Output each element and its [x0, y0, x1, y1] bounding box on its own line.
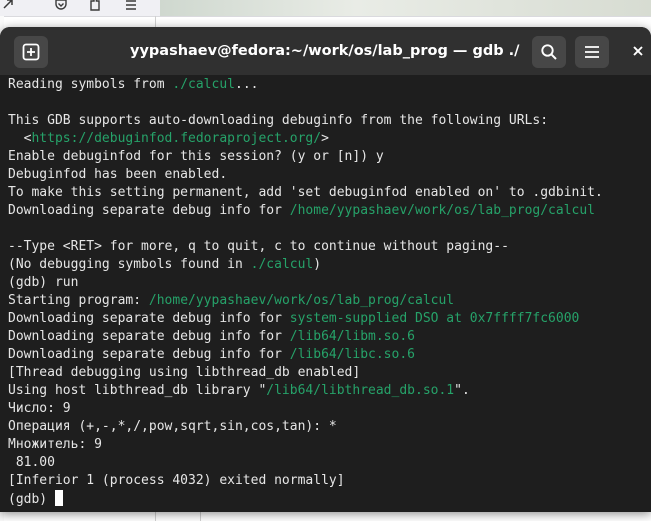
terminal-window[interactable]: yypashaev@fedora:~/work/os/lab_prog — gd… — [0, 27, 651, 512]
menu-icon[interactable] — [123, 0, 139, 14]
output-text: ) — [313, 257, 322, 272]
terminal-line: Downloading separate debug info for /hom… — [8, 202, 648, 220]
output-text: Debuginfod has been enabled. — [8, 167, 228, 182]
terminal-line: Число: 9 — [8, 400, 648, 418]
output-text: Downloading separate debug info for — [8, 329, 290, 344]
path-text: /lib64/libthread_db.so.1 — [266, 383, 455, 398]
extensions-icon[interactable] — [87, 0, 103, 14]
output-text: [Inferior 1 (process 4032) exited normal… — [8, 473, 345, 488]
new-tab-button[interactable] — [14, 36, 48, 68]
pocket-icon[interactable] — [53, 0, 69, 14]
terminal-line: Starting program: /home/yypashaev/work/o… — [8, 292, 648, 310]
output-text: > — [321, 131, 329, 146]
output-text: Downloading separate debug info for — [8, 347, 290, 362]
path-text: ./calcul — [250, 257, 314, 272]
path-text: ./calcul — [172, 77, 235, 92]
output-text: --Type <RET> for more, q to quit, c to c… — [8, 239, 509, 254]
terminal-line: Debuginfod has been enabled. — [8, 166, 648, 184]
terminal-line: This GDB supports auto-downloading debug… — [8, 112, 648, 130]
terminal-line: <https://debuginfod.fedoraproject.org/> — [8, 130, 648, 148]
terminal-line: Множитель: 9 — [8, 436, 648, 454]
output-text: (No debugging symbols found in — [8, 257, 251, 272]
window-title: yypashaev@fedora:~/work/os/lab_prog — gd… — [130, 43, 520, 59]
output-text: ... — [235, 77, 259, 92]
terminal-line: Downloading separate debug info for syst… — [8, 310, 648, 328]
path-text: /lib64/libc.so.6 — [289, 347, 415, 362]
terminal-cursor — [54, 490, 63, 506]
output-text: Enable debuginfod for this session? (y o… — [8, 149, 384, 164]
output-text: 81.00 — [8, 455, 55, 470]
output-text: Starting program: — [8, 293, 149, 308]
desktop: yypashaev@fedora:~/work/os/lab_prog — gd… — [0, 0, 651, 521]
output-text: Using host libthread_db library " — [8, 383, 267, 398]
background-browser-toolbar — [0, 0, 651, 17]
output-text: (gdb) run — [8, 275, 79, 290]
output-text: This GDB supports auto-downloading debug… — [8, 113, 549, 128]
output-text: Downloading separate debug info for — [8, 311, 290, 326]
output-text: ". — [454, 383, 470, 398]
terminal-lines: Reading symbols from ./calcul... This GDB… — [8, 76, 648, 508]
terminal-line: Downloading separate debug info for /lib… — [8, 328, 648, 346]
hamburger-menu-icon — [583, 43, 601, 61]
terminal-line: Using host libthread_db library "/lib64/… — [8, 382, 648, 400]
close-button[interactable] — [626, 40, 650, 64]
terminal-titlebar[interactable]: yypashaev@fedora:~/work/os/lab_prog — gd… — [0, 27, 651, 76]
output-text: To make this setting permanent, add 'set… — [8, 185, 603, 200]
output-text: Множитель: 9 — [8, 437, 102, 452]
output-text: < — [8, 131, 32, 146]
output-text: (gdb) — [8, 492, 55, 507]
terminal-line: [Thread debugging using libthread_db ena… — [8, 364, 648, 382]
terminal-line: (gdb) — [8, 490, 648, 508]
terminal-line: Операция (+,-,*,/,pow,sqrt,sin,cos,tan):… — [8, 418, 648, 436]
arrow-icon[interactable] — [0, 0, 16, 14]
output-text: Число: 9 — [8, 401, 71, 416]
output-text: Reading symbols from — [8, 77, 173, 92]
terminal-line: 81.00 — [8, 454, 648, 472]
output-text: [Thread debugging using libthread_db ena… — [8, 365, 361, 380]
terminal-line: (No debugging symbols found in ./calcul) — [8, 256, 648, 274]
background-browser-content — [160, 0, 651, 16]
path-text: https://debuginfod.fedoraproject.org/ — [31, 131, 322, 146]
terminal-line: To make this setting permanent, add 'set… — [8, 184, 648, 202]
search-button[interactable] — [532, 36, 566, 68]
path-text: system-supplied DSO at 0x7ffff7fc6000 — [289, 311, 580, 326]
terminal-line: [Inferior 1 (process 4032) exited normal… — [8, 472, 648, 490]
path-text: /home/yypashaev/work/os/lab_prog/calcul — [148, 293, 455, 308]
terminal-line: Downloading separate debug info for /lib… — [8, 346, 648, 364]
close-icon — [631, 43, 645, 62]
output-text: Downloading separate debug info for — [8, 203, 290, 218]
output-text: Операция (+,-,*,/,pow,sqrt,sin,cos,tan):… — [8, 419, 337, 434]
search-icon — [540, 43, 558, 61]
menu-button[interactable] — [575, 36, 609, 68]
path-text: /home/yypashaev/work/os/lab_prog/calcul — [289, 203, 596, 218]
path-text: /lib64/libm.so.6 — [289, 329, 415, 344]
terminal-output[interactable]: Reading symbols from ./calcul... This GDB… — [0, 75, 651, 512]
plus-square-icon — [22, 43, 40, 61]
terminal-line: Enable debuginfod for this session? (y o… — [8, 148, 648, 166]
terminal-line: Reading symbols from ./calcul... — [8, 76, 648, 94]
terminal-line: --Type <RET> for more, q to quit, c to c… — [8, 238, 648, 256]
terminal-line: (gdb) run — [8, 274, 648, 292]
